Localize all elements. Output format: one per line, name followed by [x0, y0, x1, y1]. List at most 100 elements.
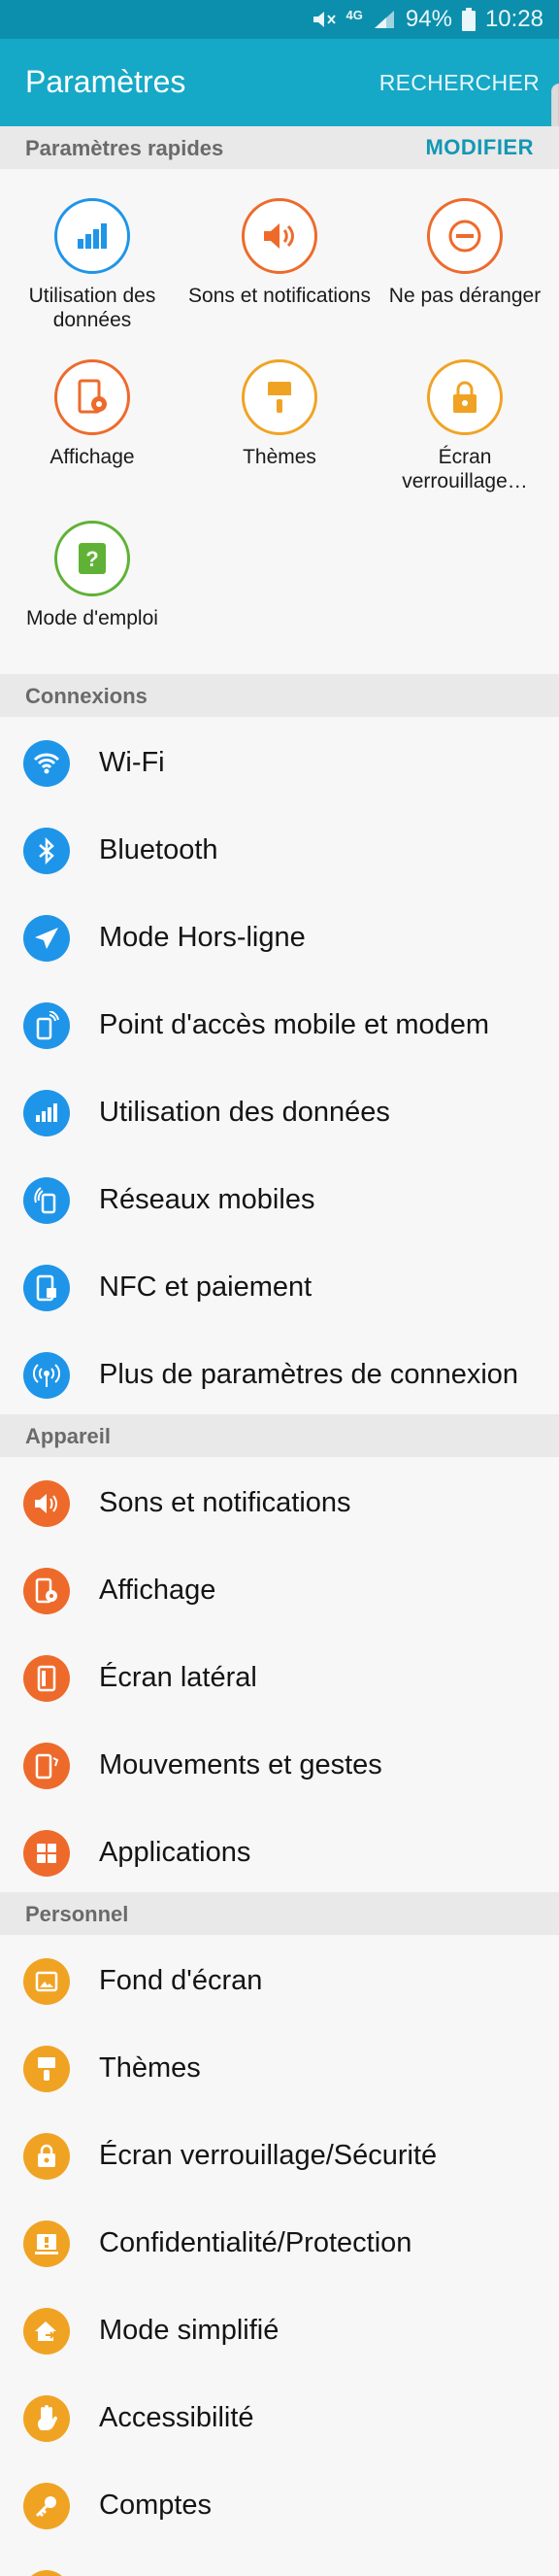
settings-item-sound[interactable]: Sons et notifications — [0, 1459, 559, 1546]
hotspot-icon — [23, 1002, 70, 1049]
section-title: Connexions — [25, 684, 148, 708]
quick-data-usage[interactable]: Utilisation des données — [0, 198, 184, 332]
accounts-icon — [23, 2483, 70, 2529]
edge-screen-icon — [23, 1655, 70, 1702]
settings-item-mobile-networks[interactable]: Réseaux mobiles — [0, 1156, 559, 1243]
settings-item-label: Comptes — [99, 2490, 213, 2521]
settings-item-label: Point d'accès mobile et modem — [99, 1009, 490, 1040]
page-title: Paramètres — [25, 64, 186, 99]
help-icon: ? — [54, 521, 130, 596]
settings-item-easy-mode[interactable]: Mode simplifié — [0, 2287, 559, 2374]
settings-item-privacy[interactable]: Confidentialité/Protection — [0, 2199, 559, 2287]
lock-icon — [427, 359, 503, 435]
svg-text:?: ? — [85, 547, 98, 571]
quick-sound[interactable]: Sons et notifications — [187, 198, 372, 308]
settings-item-label: Réseaux mobiles — [99, 1184, 315, 1215]
mobile-networks-icon — [23, 1177, 70, 1224]
section-title: Personnel — [25, 1902, 129, 1926]
mute-icon — [312, 9, 337, 30]
settings-item-display[interactable]: Affichage — [0, 1546, 559, 1634]
quick-display[interactable]: Affichage — [0, 359, 184, 469]
quick-label: Écran verrouillage… — [402, 446, 528, 492]
settings-item-label: Écran verrouillage/Sécurité — [99, 2140, 438, 2171]
appareil-header: Appareil — [0, 1414, 559, 1457]
sound-icon — [242, 198, 317, 274]
settings-item-nfc[interactable]: NFC et paiement — [0, 1243, 559, 1331]
themes-icon — [242, 359, 317, 435]
settings-item-label: Mouvements et gestes — [99, 1749, 382, 1780]
quick-user-manual[interactable]: ? Mode d'emploi — [0, 521, 184, 630]
display-icon — [23, 1568, 70, 1614]
settings-item-hotspot[interactable]: Point d'accès mobile et modem — [0, 981, 559, 1068]
settings-item-applications[interactable]: Applications — [0, 1809, 559, 1896]
settings-item-next[interactable] — [0, 2549, 559, 2576]
settings-item-label: Accessibilité — [99, 2402, 254, 2433]
search-button[interactable]: RECHERCHER — [379, 70, 540, 96]
lock-icon — [23, 2133, 70, 2180]
quick-themes[interactable]: Thèmes — [187, 359, 372, 469]
personnel-header: Personnel — [0, 1892, 559, 1935]
settings-item-label: Confidentialité/Protection — [99, 2227, 412, 2258]
settings-item-data-usage[interactable]: Utilisation des données — [0, 1068, 559, 1156]
settings-item-label: Mode Hors-ligne — [99, 922, 306, 953]
clock: 10:28 — [484, 6, 543, 32]
settings-item-accessibility[interactable]: Accessibilité — [0, 2374, 559, 2461]
next-item-icon — [23, 2570, 70, 2576]
edit-quick-settings-button[interactable]: MODIFIER — [425, 135, 534, 160]
quick-label: Thèmes — [243, 446, 316, 468]
sound-icon — [23, 1480, 70, 1527]
nfc-icon — [23, 1265, 70, 1311]
settings-item-label: Mode simplifié — [99, 2315, 280, 2346]
signal-icon — [373, 9, 396, 30]
settings-item-airplane[interactable]: Mode Hors-ligne — [0, 894, 559, 981]
wallpaper-icon — [23, 1958, 70, 2005]
data-usage-icon — [23, 1090, 70, 1136]
settings-item-wifi[interactable]: Wi-Fi — [0, 719, 559, 806]
section-title: Appareil — [25, 1424, 112, 1448]
quick-label: Ne pas déranger — [388, 285, 542, 307]
settings-item-label: Affichage — [99, 1575, 216, 1606]
settings-item-label: Applications — [99, 1837, 251, 1868]
settings-item-label: Wi-Fi — [99, 747, 165, 778]
quick-lock-screen[interactable]: Écran verrouillage… — [373, 359, 557, 493]
airplane-icon — [23, 915, 70, 962]
quick-label: Affichage — [49, 446, 135, 468]
more-connections-icon — [23, 1352, 70, 1399]
battery-icon — [461, 8, 476, 31]
settings-item-edge-screen[interactable]: Écran latéral — [0, 1634, 559, 1721]
bluetooth-icon — [23, 828, 70, 874]
settings-item-more-connections[interactable]: Plus de paramètres de connexion — [0, 1331, 559, 1418]
wifi-icon — [23, 740, 70, 787]
settings-item-bluetooth[interactable]: Bluetooth — [0, 806, 559, 894]
settings-item-accounts[interactable]: Comptes — [0, 2461, 559, 2549]
quick-label: Sons et notifications — [188, 285, 371, 307]
display-icon — [54, 359, 130, 435]
themes-icon — [23, 2046, 70, 2092]
quick-do-not-disturb[interactable]: Ne pas déranger — [373, 198, 557, 308]
do-not-disturb-icon — [427, 198, 503, 274]
apps-icon — [23, 1830, 70, 1877]
quick-settings-title: Paramètres rapides — [25, 136, 224, 160]
quick-label: Mode d'emploi — [26, 607, 158, 629]
settings-item-label: Bluetooth — [99, 834, 218, 865]
settings-item-label: Écran latéral — [99, 1662, 257, 1693]
settings-item-themes[interactable]: Thèmes — [0, 2024, 559, 2112]
settings-item-wallpaper[interactable]: Fond d'écran — [0, 1937, 559, 2024]
settings-item-label: Fond d'écran — [99, 1965, 263, 1996]
quick-label: Utilisation des données — [28, 285, 156, 331]
connexions-header: Connexions — [0, 674, 559, 717]
quick-settings-header: Paramètres rapides MODIFIER — [0, 126, 559, 169]
settings-item-label: NFC et paiement — [99, 1271, 312, 1303]
data-usage-icon — [54, 198, 130, 274]
settings-item-lock-security[interactable]: Écran verrouillage/Sécurité — [0, 2112, 559, 2199]
settings-item-motions[interactable]: Mouvements et gestes — [0, 1721, 559, 1809]
quick-settings-grid: Utilisation des données Sons et notifica… — [0, 169, 559, 672]
settings-item-label: Sons et notifications — [99, 1487, 351, 1518]
motions-icon — [23, 1743, 70, 1789]
network-type: 4G — [345, 7, 363, 22]
settings-item-label: Thèmes — [99, 2052, 201, 2084]
easy-mode-icon — [23, 2308, 70, 2355]
settings-item-label: Utilisation des données — [99, 1097, 390, 1128]
battery-percent: 94% — [405, 6, 452, 32]
accessibility-icon — [23, 2395, 70, 2442]
